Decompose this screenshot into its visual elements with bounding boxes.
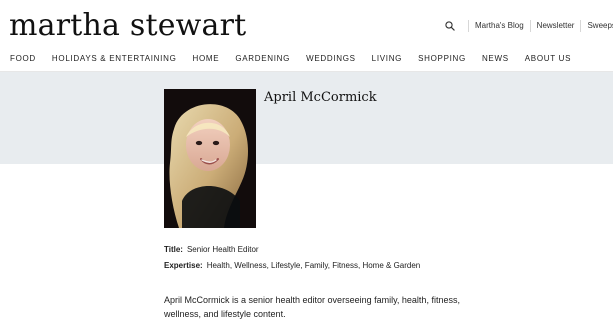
nav-item-news[interactable]: NEWS [482,53,509,65]
nav-item-living[interactable]: LIVING [372,53,402,65]
title-value: Senior Health Editor [186,245,259,254]
title-row: Title: Senior Health Editor [164,242,420,258]
marthas-blog-link[interactable]: Martha's Blog [468,20,530,32]
sweepstakes-link[interactable]: Sweepstakes [580,20,613,32]
site-header: martha stewart Martha's Blog Newsletter … [0,0,613,72]
title-label: Title: [164,245,183,254]
author-profile-page: martha stewart Martha's Blog Newsletter … [0,0,613,320]
author-bio: April McCormick is a senior health edito… [164,295,460,319]
author-name: April McCormick [264,90,377,105]
search-icon[interactable] [442,18,458,34]
nav-item-shopping[interactable]: SHOPPING [418,53,466,65]
profile-hero-band [0,72,613,164]
author-meta: Title: Senior Health Editor Expertise: H… [164,242,420,274]
author-photo [164,89,256,228]
nav-item-weddings[interactable]: WEDDINGS [306,53,356,65]
nav-item-food[interactable]: FOOD [10,53,36,65]
expertise-label: Expertise: [164,261,203,270]
nav-item-home[interactable]: HOME [193,53,220,65]
nav-item-about-us[interactable]: ABOUT US [525,53,571,65]
expertise-value: Health, Wellness, Lifestyle, Family, Fit… [206,261,421,270]
site-logo[interactable]: martha stewart [9,6,246,46]
expertise-row: Expertise: Health, Wellness, Lifestyle, … [164,258,420,274]
primary-nav: FOOD HOLIDAYS & ENTERTAINING HOME GARDEN… [10,53,587,65]
nav-item-holidays-entertaining[interactable]: HOLIDAYS & ENTERTAINING [52,53,177,65]
nav-item-gardening[interactable]: GARDENING [235,53,290,65]
newsletter-link[interactable]: Newsletter [529,20,581,32]
utility-nav: Martha's Blog Newsletter Sweepstakes [442,18,613,34]
